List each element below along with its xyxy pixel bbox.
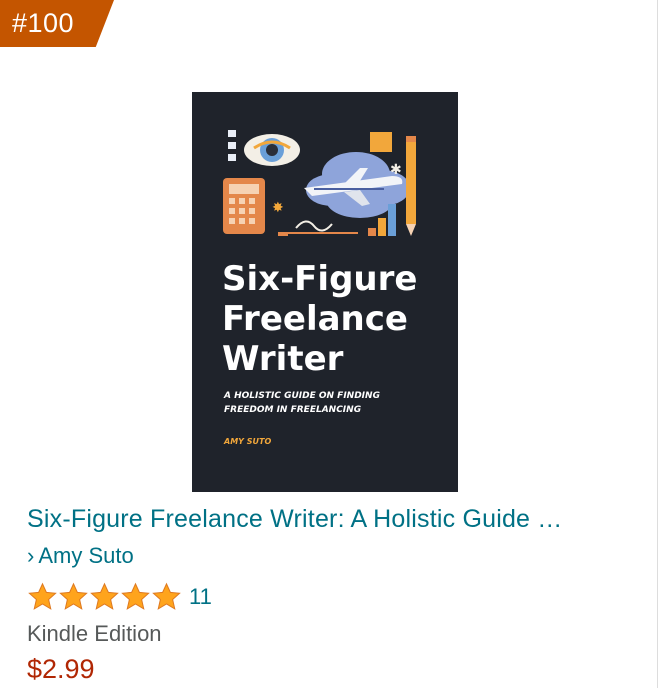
cover-subtitle-line-1: A HOLISTIC GUIDE ON FINDING: [223, 391, 380, 401]
star-icon: [90, 582, 119, 610]
svg-text:✸: ✸: [272, 200, 284, 216]
card-divider: [657, 0, 658, 688]
book-cover-link[interactable]: ✱ ✸ Six-Figure Freelance Writer A HOLIST…: [192, 92, 458, 492]
rating-row[interactable]: 11: [27, 581, 212, 613]
book-cover-image: ✱ ✸ Six-Figure Freelance Writer A HOLIST…: [192, 92, 458, 492]
cover-title-line-1: Six-Figure: [222, 259, 417, 299]
star-rating[interactable]: [27, 582, 182, 612]
star-icon: [121, 582, 150, 610]
sticky-note-icon: [370, 132, 392, 152]
star-icon: [28, 582, 57, 610]
cover-title-line-2: Freelance: [222, 299, 408, 339]
rating-count[interactable]: 11: [189, 582, 212, 612]
format-label: Kindle Edition: [27, 621, 162, 646]
checklist-icon: [228, 130, 236, 161]
rank-label: #100: [12, 8, 75, 38]
book-title-link[interactable]: Six-Figure Freelance Writer: A Holistic …: [27, 505, 627, 534]
svg-text:✱: ✱: [390, 162, 402, 178]
author-link[interactable]: › Amy Suto: [27, 543, 134, 569]
pencil-icon: [406, 136, 416, 236]
star-icon: [59, 582, 88, 610]
cover-title-line-3: Writer: [222, 339, 344, 379]
author-name: Amy Suto: [38, 543, 134, 568]
calculator-icon: [223, 178, 265, 234]
price: $2.99: [27, 654, 95, 684]
chevron-right-icon: ›: [27, 543, 35, 568]
rank-badge: #100: [0, 0, 114, 47]
eye-icon: [244, 134, 300, 166]
cover-subtitle-line-2: FREEDOM IN FREELANCING: [224, 405, 361, 415]
cover-author: AMY SUTO: [223, 437, 271, 446]
product-card: #100 ✱ ✸ Six-Figure Freelance Writer A H…: [0, 0, 668, 688]
star-icon: [152, 582, 181, 610]
